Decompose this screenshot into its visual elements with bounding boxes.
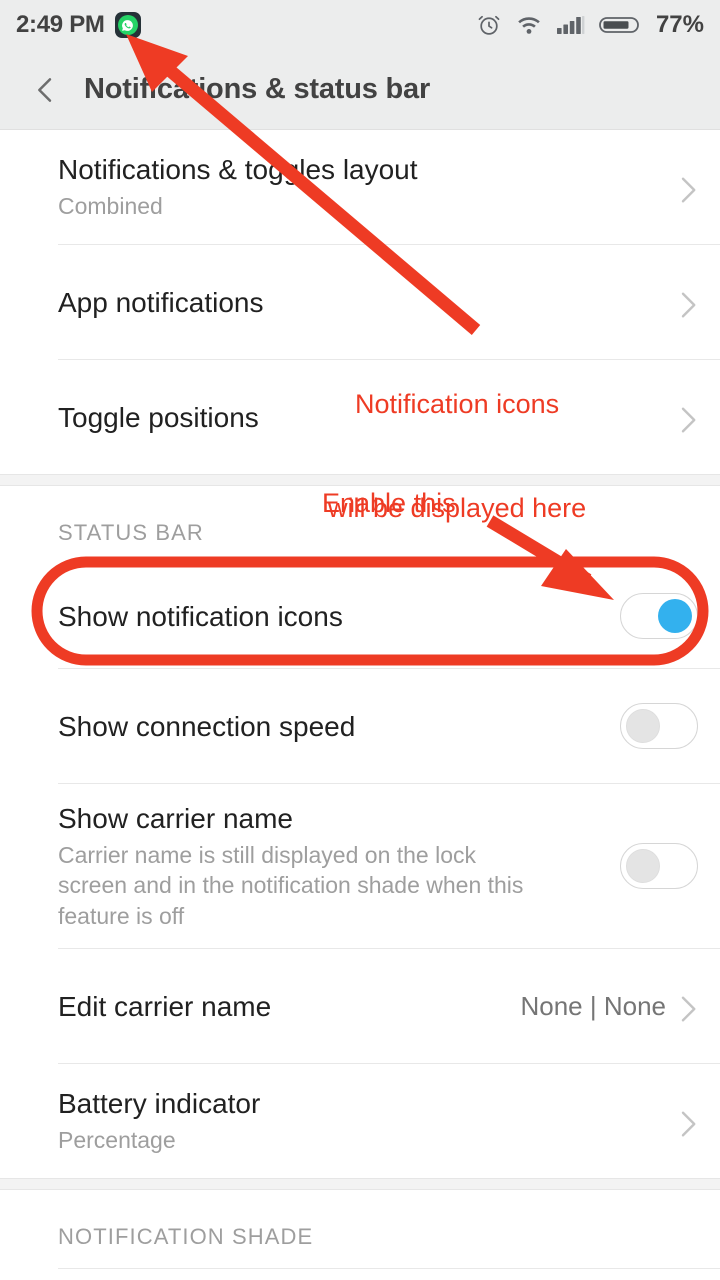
settings-section-status-bar: STATUS BAR Show notification icons Show … <box>0 486 720 1178</box>
list-item-show-notification-icons[interactable]: Show notification icons <box>0 564 720 668</box>
battery-percent-label: 77% <box>655 11 704 38</box>
whatsapp-icon <box>114 12 141 38</box>
list-item-toggle-positions[interactable]: Toggle positions <box>0 360 720 474</box>
chevron-right-icon <box>680 172 698 203</box>
list-item-title: Battery indicator <box>58 1088 261 1120</box>
status-bar-right: 77% <box>476 11 704 39</box>
section-separator <box>0 474 720 486</box>
settings-section-notification-shade: NOTIFICATION SHADE <box>0 1190 720 1269</box>
list-item-edit-carrier-name[interactable]: Edit carrier name None | None <box>0 949 720 1063</box>
list-item-subtitle: Combined <box>58 193 163 220</box>
chevron-right-icon <box>680 1106 698 1137</box>
list-item-title: Show connection speed <box>58 710 356 742</box>
toggle-show-carrier-name[interactable] <box>620 843 698 889</box>
list-item-title: Edit carrier name <box>58 990 272 1022</box>
page-title: Notifications & status bar <box>84 73 431 105</box>
section-header-status-bar: STATUS BAR <box>0 486 720 564</box>
list-item-show-connection-speed[interactable]: Show connection speed <box>0 669 720 783</box>
wifi-icon <box>515 13 543 37</box>
divider <box>58 1268 720 1269</box>
app-bar: Notifications & status bar <box>0 50 720 130</box>
chevron-right-icon <box>680 402 698 433</box>
list-item-subtitle: Percentage <box>58 1127 176 1154</box>
back-chevron-icon[interactable] <box>28 73 62 107</box>
status-bar-left: 2:49 PM <box>16 11 141 39</box>
section-separator <box>0 1178 720 1190</box>
list-item-subtitle: Carrier name is still displayed on the l… <box>58 841 524 929</box>
list-item-title: Notifications & toggles layout <box>58 154 418 186</box>
list-item-battery-indicator[interactable]: Battery indicator Percentage <box>0 1064 720 1178</box>
list-item-title: Show notification icons <box>58 600 343 632</box>
chevron-right-icon <box>680 991 698 1022</box>
section-header-notification-shade: NOTIFICATION SHADE <box>0 1190 720 1268</box>
phone-screen: 2:49 PM 77% Notifications & status bar N… <box>0 0 720 1280</box>
list-item-notifications-toggles-layout[interactable]: Notifications & toggles layout Combined <box>0 130 720 244</box>
list-item-value: None | None <box>520 990 666 1021</box>
list-item-title: Show carrier name <box>58 802 293 834</box>
status-bar: 2:49 PM 77% <box>0 0 720 50</box>
alarm-icon <box>476 12 502 38</box>
settings-section-general: Notifications & toggles layout Combined … <box>0 130 720 474</box>
list-item-title: Toggle positions <box>58 401 259 433</box>
chevron-right-icon <box>680 287 698 318</box>
list-item-show-carrier-name[interactable]: Show carrier name Carrier name is still … <box>0 784 720 948</box>
status-bar-clock: 2:49 PM <box>16 11 105 38</box>
list-item-title: App notifications <box>58 286 264 318</box>
toggle-show-notification-icons[interactable] <box>620 593 698 639</box>
signal-icon <box>556 13 586 37</box>
toggle-show-connection-speed[interactable] <box>620 703 698 749</box>
list-item-app-notifications[interactable]: App notifications <box>0 245 720 359</box>
battery-icon <box>599 13 641 37</box>
